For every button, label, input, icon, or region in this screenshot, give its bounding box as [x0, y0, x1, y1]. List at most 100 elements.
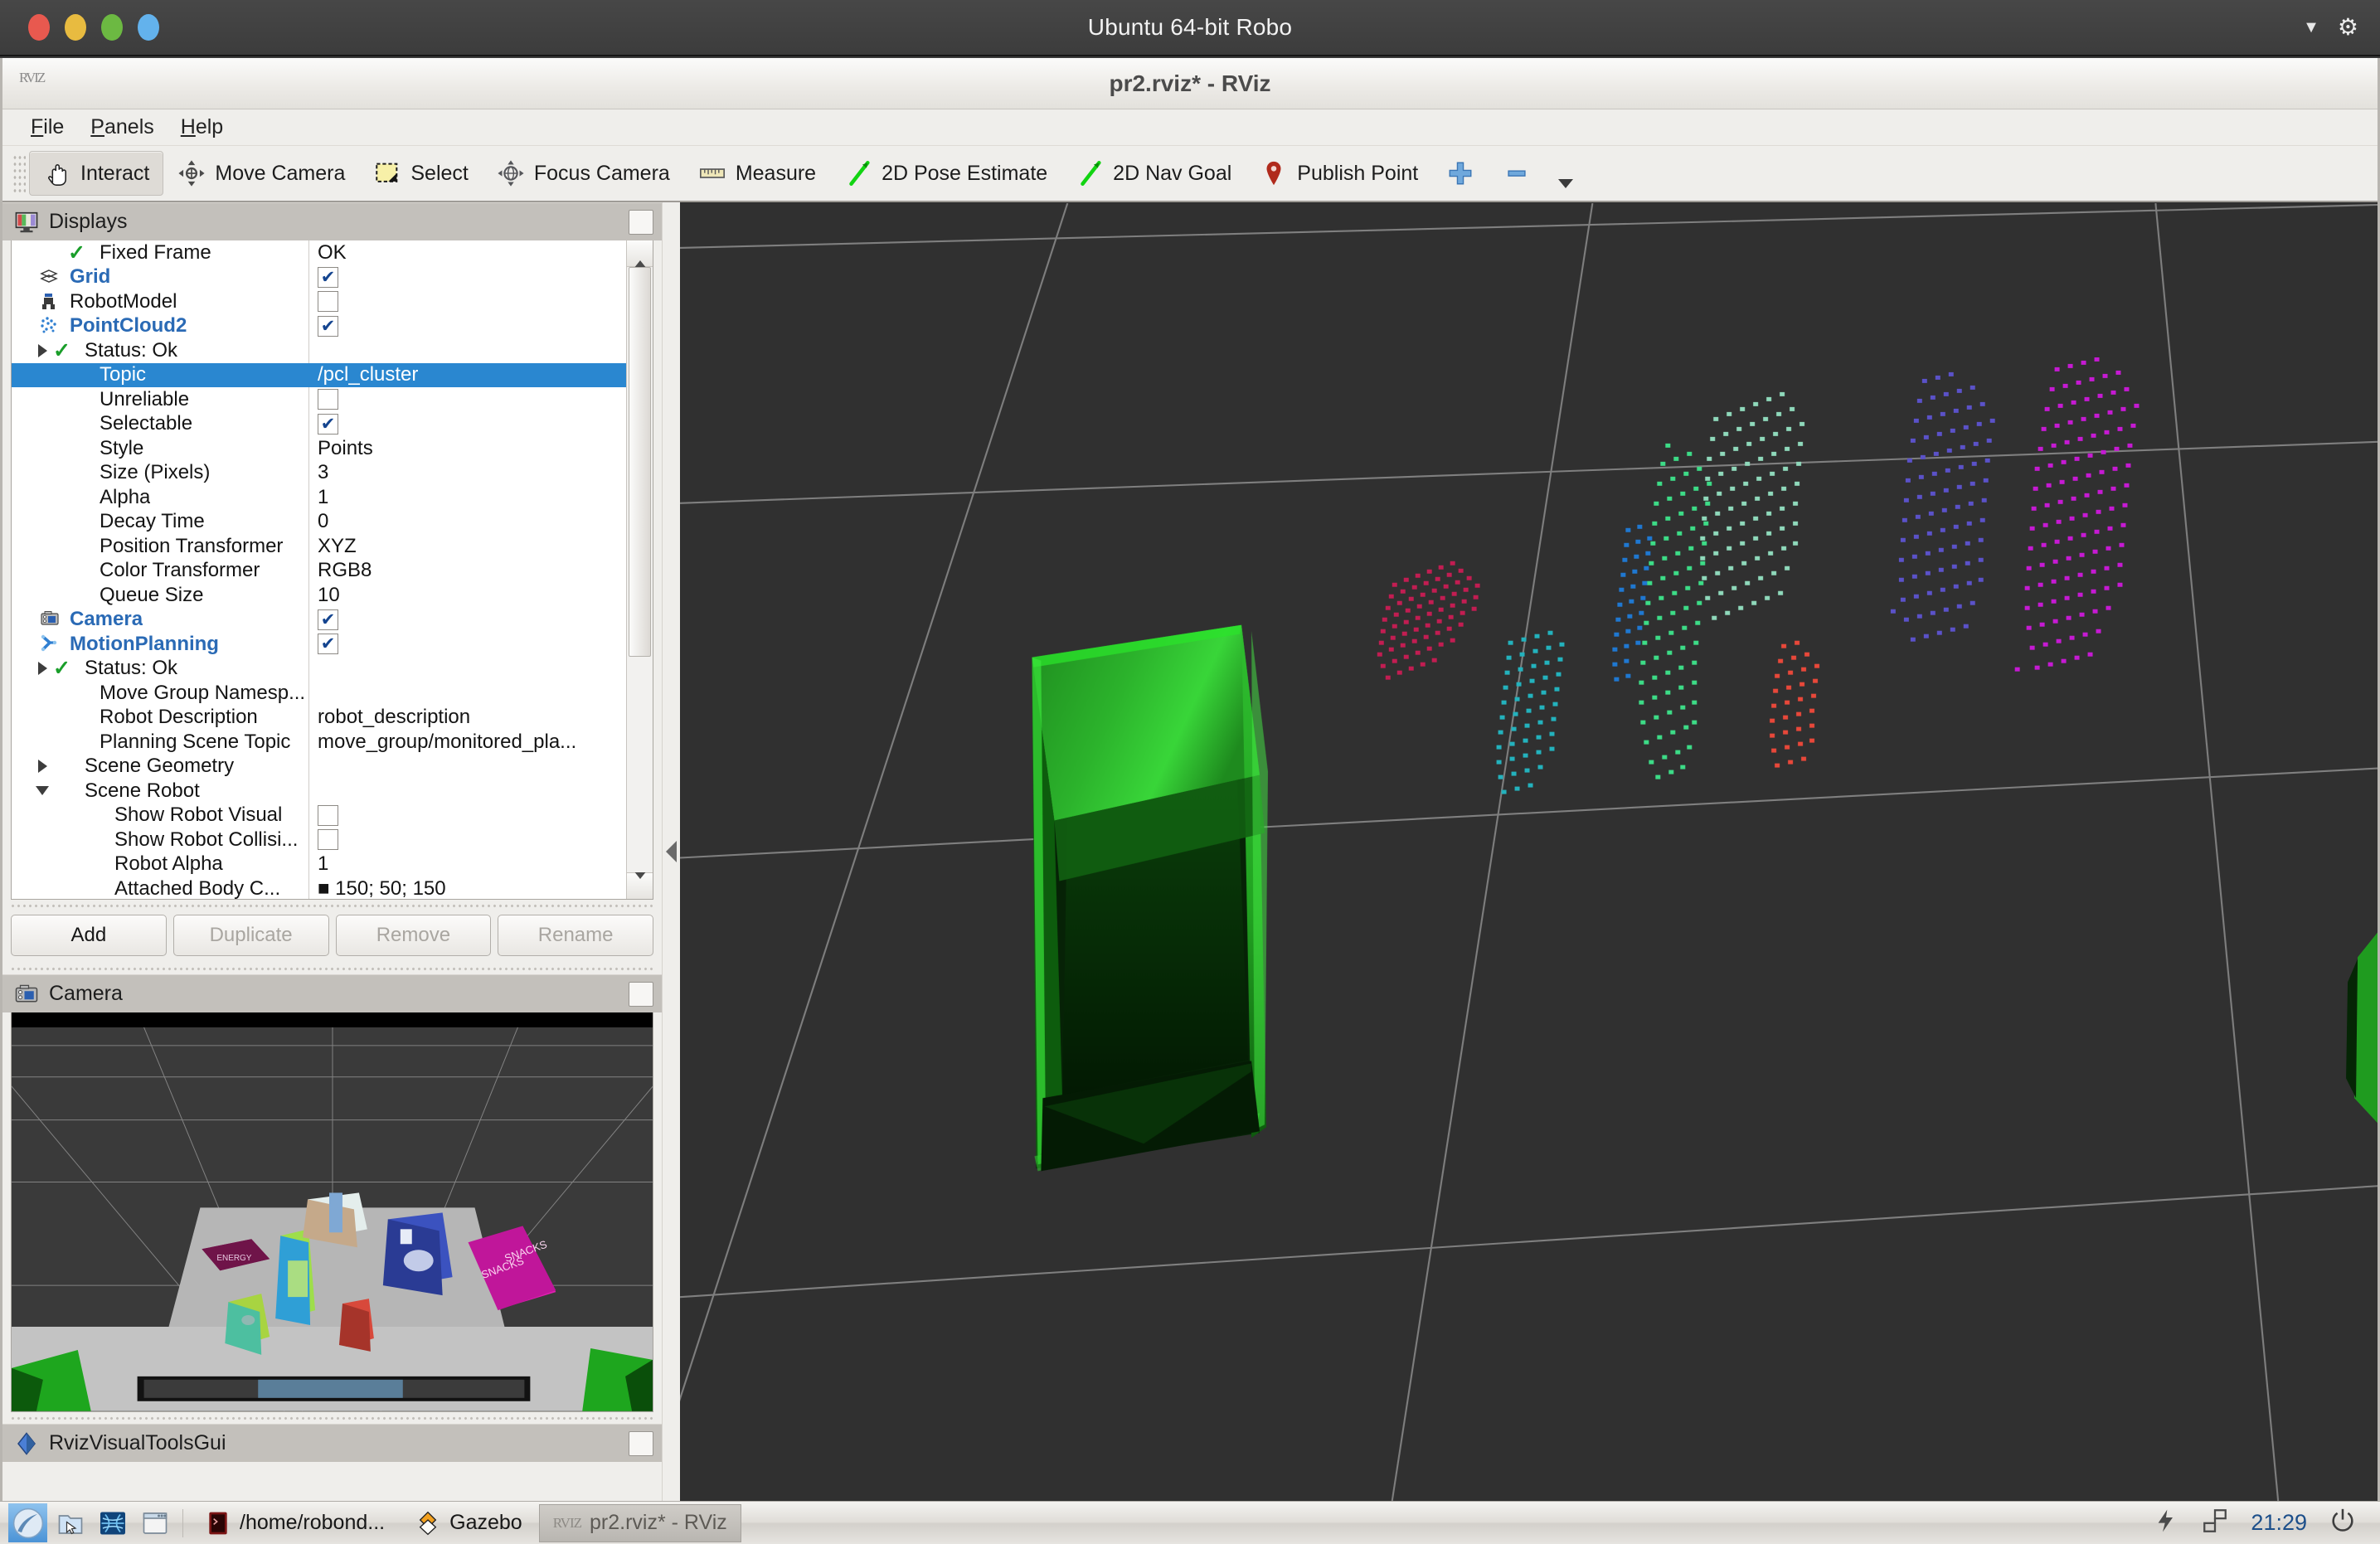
tree-row-style[interactable]: Style Points	[12, 436, 626, 461]
power-button-icon[interactable]	[2329, 1507, 2357, 1539]
gear-icon[interactable]: ⚙	[2338, 16, 2358, 39]
scrollbar-track[interactable]	[627, 267, 653, 872]
tree-row-alpha[interactable]: Alpha 1	[12, 485, 626, 510]
rviz-visual-tools-panel-header[interactable]: RvizVisualToolsGui	[2, 1424, 662, 1462]
menu-help[interactable]: Help	[168, 112, 236, 143]
rvt-dock-grip[interactable]	[11, 1412, 653, 1424]
float-panel-button[interactable]	[629, 981, 653, 1007]
tool-publish-point[interactable]: Publish Point	[1246, 151, 1432, 196]
tree-row-value-cell[interactable]: 10	[308, 583, 626, 608]
scrollbar-thumb[interactable]	[629, 267, 651, 657]
taskbar-window-terminal[interactable]: /home/robond...	[192, 1504, 398, 1542]
tree-row-value-cell[interactable]	[308, 779, 626, 804]
tree-row-value-cell[interactable]	[308, 411, 626, 436]
tree-row-value-cell[interactable]	[308, 754, 626, 779]
checkbox-unchecked[interactable]	[318, 389, 338, 410]
tool-move-camera[interactable]: Move Camera	[163, 151, 359, 196]
float-panel-button[interactable]	[629, 209, 653, 235]
tree-row-value-cell[interactable]	[308, 656, 626, 681]
tree-row-status-ok[interactable]: ✓ Status: Ok	[12, 338, 626, 363]
checkbox-checked[interactable]	[318, 634, 338, 655]
displays-scrollbar[interactable]	[626, 240, 653, 899]
tree-row-value-cell[interactable]	[308, 313, 626, 338]
collapse-dock-icon[interactable]	[666, 841, 677, 862]
tree-row-value-cell[interactable]: XYZ	[308, 534, 626, 559]
chevron-down-icon[interactable]	[32, 786, 53, 795]
web-browser-icon[interactable]	[93, 1503, 132, 1542]
tool-2d-nav-goal[interactable]: 2D Nav Goal	[1061, 151, 1246, 196]
3d-viewport[interactable]	[680, 202, 2378, 1501]
tool-interact[interactable]: Interact	[29, 151, 164, 196]
checkbox-unchecked[interactable]	[318, 829, 338, 851]
tree-row-position-transformer[interactable]: Position Transformer XYZ	[12, 534, 626, 559]
chevron-right-icon[interactable]	[32, 760, 53, 773]
camera-panel-header[interactable]: Camera	[2, 974, 662, 1012]
tree-row-value-cell[interactable]: 3	[308, 460, 626, 485]
scroll-down-icon[interactable]	[627, 872, 653, 899]
tool-select[interactable]: Select	[359, 151, 482, 196]
file-manager-icon[interactable]	[51, 1503, 90, 1542]
scroll-up-icon[interactable]	[627, 240, 653, 267]
chevron-down-icon[interactable]: ▼	[2303, 18, 2319, 37]
tree-row-value-cell[interactable]: move_group/monitored_pla...	[308, 730, 626, 755]
tree-row-value-cell[interactable]	[308, 289, 626, 314]
tree-row-value-cell[interactable]: Points	[308, 436, 626, 461]
tree-row-robot-alpha[interactable]: Robot Alpha 1	[12, 852, 626, 876]
taskbar-window-rviz[interactable]: RVIZ pr2.rviz* - RViz	[538, 1503, 741, 1542]
checkbox-checked[interactable]	[318, 413, 338, 435]
tree-row-value-cell[interactable]	[308, 681, 626, 706]
tree-row-scene-robot[interactable]: Scene Robot	[12, 779, 626, 804]
tree-row-value-cell[interactable]: 0	[308, 509, 626, 534]
tree-row-status-ok[interactable]: ✓ Status: Ok	[12, 656, 626, 681]
tree-row-show-robot-visual[interactable]: Show Robot Visual	[12, 803, 626, 828]
tree-row-selectable[interactable]: Selectable	[12, 411, 626, 436]
dock-splitter[interactable]	[662, 202, 680, 1501]
tree-row-value-cell[interactable]: OK	[308, 240, 626, 265]
tool-add-plus[interactable]	[1432, 151, 1489, 196]
tree-row-attached-body-c[interactable]: Attached Body C... ■ 150; 50; 150	[12, 876, 626, 899]
tree-row-value-cell[interactable]	[308, 803, 626, 828]
tree-row-queue-size[interactable]: Queue Size 10	[12, 583, 626, 608]
taskbar-window-gazebo[interactable]: Gazebo	[401, 1504, 536, 1542]
checkbox-unchecked[interactable]	[318, 291, 338, 313]
tree-row-grid[interactable]: Grid	[12, 265, 626, 289]
displays-resize-grip[interactable]	[11, 900, 653, 911]
menu-file[interactable]: File	[17, 112, 77, 143]
tree-row-color-transformer[interactable]: Color Transformer RGB8	[12, 558, 626, 583]
tree-row-size-pixels[interactable]: Size (Pixels) 3	[12, 460, 626, 485]
checkbox-checked[interactable]	[318, 266, 338, 288]
chevron-right-icon[interactable]	[32, 344, 53, 357]
tree-row-fixed-frame[interactable]: ✓ Fixed Frame OK	[12, 240, 626, 265]
tree-row-unreliable[interactable]: Unreliable	[12, 387, 626, 412]
toolbar-overflow-caret-icon[interactable]	[1558, 179, 1573, 188]
checkbox-checked[interactable]	[318, 315, 338, 337]
tree-row-value-cell[interactable]	[308, 632, 626, 657]
displays-tree[interactable]: ✓Fixed FrameOKGridRobotModelPointCloud2✓…	[11, 240, 653, 900]
tool-measure[interactable]: Measure	[684, 151, 830, 196]
power-bolt-icon[interactable]	[2153, 1508, 2179, 1538]
checkbox-checked[interactable]	[318, 609, 338, 630]
tree-row-value-cell[interactable]: 1	[308, 485, 626, 510]
tree-row-value-cell[interactable]: ■ 150; 50; 150	[308, 876, 626, 899]
checkbox-unchecked[interactable]	[318, 804, 338, 826]
menu-panels[interactable]: Panels	[77, 112, 167, 143]
camera-dock-grip[interactable]	[11, 963, 653, 974]
tree-row-value-cell[interactable]: 1	[308, 852, 626, 876]
tool-2d-pose-estimate[interactable]: 2D Pose Estimate	[830, 151, 1061, 196]
tree-row-show-robot-collisi[interactable]: Show Robot Collisi...	[12, 828, 626, 852]
tree-row-motionplanning[interactable]: MotionPlanning	[12, 632, 626, 657]
window-list-icon[interactable]	[135, 1503, 174, 1542]
tree-row-robotmodel[interactable]: RobotModel	[12, 289, 626, 314]
tool-focus-camera[interactable]: Focus Camera	[483, 151, 684, 196]
tree-row-planning-scene-topic[interactable]: Planning Scene Topic move_group/monitored…	[12, 730, 626, 755]
tree-row-value-cell[interactable]	[308, 387, 626, 412]
tool-remove-minus[interactable]	[1489, 151, 1535, 196]
tree-row-value-cell[interactable]	[308, 828, 626, 852]
tree-row-camera[interactable]: Camera	[12, 607, 626, 632]
tree-row-value-cell[interactable]: /pcl_cluster	[308, 362, 626, 387]
tree-row-pointcloud2[interactable]: PointCloud2	[12, 313, 626, 338]
tree-row-value-cell[interactable]: RGB8	[308, 558, 626, 583]
network-icon[interactable]	[2201, 1507, 2229, 1539]
tree-row-value-cell[interactable]: robot_description	[308, 705, 626, 730]
tree-row-topic[interactable]: Topic/pcl_cluster	[12, 362, 626, 387]
